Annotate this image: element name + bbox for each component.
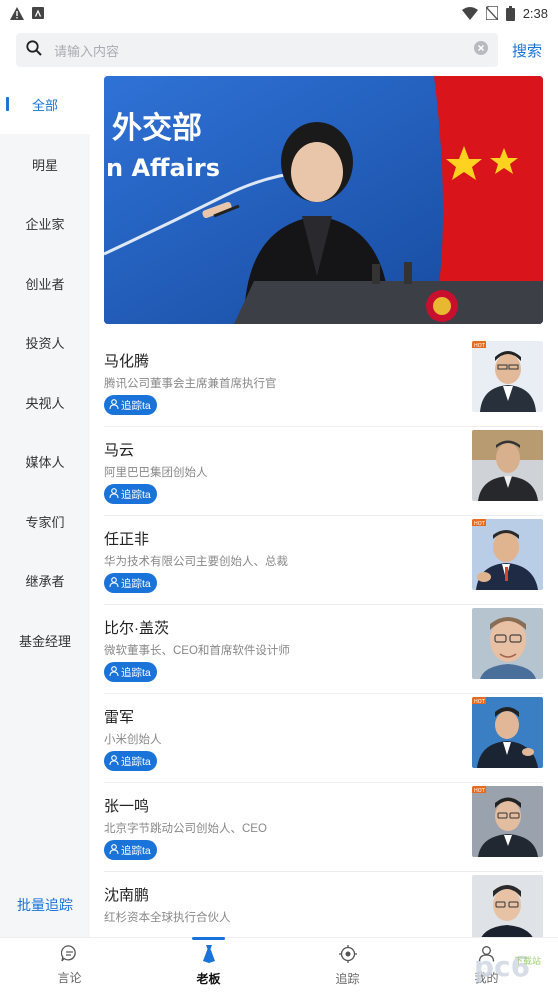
status-bar: 2:38 (0, 0, 558, 26)
person-name: 张一鸣 (104, 798, 150, 815)
nav-tab-speech[interactable]: 言论 (0, 938, 139, 992)
person-name: 任正非 (104, 531, 150, 548)
sidebar-item-stars[interactable]: 明星 (0, 135, 90, 194)
sidebar-item-experts[interactable]: 专家们 (0, 492, 90, 551)
hot-badge: HOT (474, 699, 486, 705)
person-title: 微软董事长、CEO和首席软件设计师 (104, 645, 290, 657)
follow-button[interactable]: 追踪ta (104, 662, 157, 682)
person-photo: HOT (472, 519, 543, 590)
search-icon (26, 39, 42, 61)
nav-tab-track[interactable]: 追踪 (278, 938, 417, 992)
nav-label: 老板 (196, 971, 221, 986)
search-input[interactable]: 请输入内容 (16, 33, 498, 67)
person-photo (472, 608, 543, 679)
person-name: 雷军 (104, 709, 135, 726)
sidebar-item-investors[interactable]: 投资人 (0, 313, 90, 372)
person-photo: HOT (472, 341, 543, 412)
nav-label: 言论 (57, 971, 82, 985)
user-icon (109, 665, 119, 679)
svg-text:下载站: 下载站 (514, 955, 541, 967)
person-title: 小米创始人 (104, 734, 162, 746)
list-item[interactable]: 张一鸣 北京字节跳动公司创始人、CEO 追踪ta HOT (104, 783, 543, 872)
sidebar-item-fund-managers[interactable]: 基金经理 (0, 611, 90, 670)
sidebar-item-heirs[interactable]: 继承者 (0, 551, 90, 610)
tie-icon (201, 944, 217, 966)
follow-label: 追踪ta (121, 488, 151, 501)
nav-label: 追踪 (335, 971, 360, 986)
user-icon (109, 398, 119, 412)
person-name: 马化腾 (104, 353, 150, 370)
sidebar-item-all[interactable]: 全部 (0, 75, 90, 134)
category-sidebar: 全部 明星 企业家 创业者 投资人 央视人 媒体人 专家们 继承者 基金经理 批… (0, 75, 90, 937)
person-title: 阿里巴巴集团创始人 (104, 467, 208, 479)
no-sim-icon (485, 6, 498, 20)
wifi-icon (461, 6, 478, 20)
user-icon (109, 754, 119, 768)
chat-bubble-icon (60, 945, 78, 965)
app-notification-icon (32, 7, 44, 19)
follow-label: 追踪ta (121, 399, 151, 412)
nav-tab-boss[interactable]: 老板 (139, 937, 278, 992)
banner-backdrop-text: 外交部 (112, 111, 202, 146)
follow-button[interactable]: 追踪ta (104, 573, 157, 593)
follow-label: 追踪ta (121, 755, 151, 768)
search-button[interactable]: 搜索 (512, 40, 542, 61)
hot-badge: HOT (474, 343, 486, 349)
user-icon (109, 487, 119, 501)
follow-button[interactable]: 追踪ta (104, 484, 157, 504)
follow-button[interactable]: 追踪ta (104, 395, 157, 415)
list-item[interactable]: 任正非 华为技术有限公司主要创始人、总裁 追踪ta HOT (104, 516, 543, 605)
sidebar-item-entrepreneurs[interactable]: 企业家 (0, 194, 90, 253)
person-photo: HOT (472, 697, 543, 768)
search-row: 请输入内容 搜索 (0, 30, 558, 70)
person-title: 北京字节跳动公司创始人、CEO (104, 823, 267, 835)
person-title: 红杉资本全球执行合伙人 (104, 912, 231, 924)
person-photo: HOT (472, 786, 543, 857)
follow-label: 追踪ta (121, 666, 151, 679)
person-title: 腾讯公司董事会主席兼首席执行官 (104, 378, 277, 390)
hot-badge: HOT (474, 788, 486, 794)
list-item[interactable]: 雷军 小米创始人 追踪ta HOT (104, 694, 543, 783)
follow-button[interactable]: 追踪ta (104, 751, 157, 771)
target-icon (338, 944, 357, 966)
follow-button[interactable]: 追踪ta (104, 840, 157, 860)
banner-image: 外交部 n Affairs (104, 76, 543, 324)
list-item[interactable]: 比尔·盖茨 微软董事长、CEO和首席软件设计师 追踪ta (104, 605, 543, 694)
banner-backdrop-text-2: n Affairs (106, 154, 220, 182)
clear-icon[interactable] (474, 40, 488, 60)
person-name: 马云 (104, 442, 135, 459)
sidebar-item-media[interactable]: 媒体人 (0, 432, 90, 491)
search-placeholder: 请输入内容 (54, 43, 120, 59)
watermark-logo: pc6 下载站 (474, 950, 541, 983)
list-item[interactable]: 马化腾 腾讯公司董事会主席兼首席执行官 追踪ta HOT (104, 338, 543, 427)
list-item[interactable]: 马云 阿里巴巴集团创始人 追踪ta (104, 427, 543, 516)
sidebar-item-cctv[interactable]: 央视人 (0, 373, 90, 432)
person-name: 沈南鹏 (104, 887, 150, 904)
battery-icon (505, 5, 515, 21)
batch-follow-button[interactable]: 批量追踪 (0, 895, 90, 915)
follow-label: 追踪ta (121, 577, 151, 590)
user-icon (109, 576, 119, 590)
sidebar-item-founders[interactable]: 创业者 (0, 254, 90, 313)
person-photo (472, 430, 543, 501)
follow-label: 追踪ta (121, 844, 151, 857)
person-title: 华为技术有限公司主要创始人、总裁 (104, 556, 288, 568)
hot-badge: HOT (474, 521, 486, 527)
user-icon (109, 843, 119, 857)
featured-banner[interactable]: 外交部 n Affairs (104, 76, 543, 324)
warning-icon (10, 6, 24, 20)
person-photo (472, 875, 543, 946)
clock-time: 2:38 (522, 5, 548, 21)
person-name: 比尔·盖茨 (104, 620, 169, 637)
